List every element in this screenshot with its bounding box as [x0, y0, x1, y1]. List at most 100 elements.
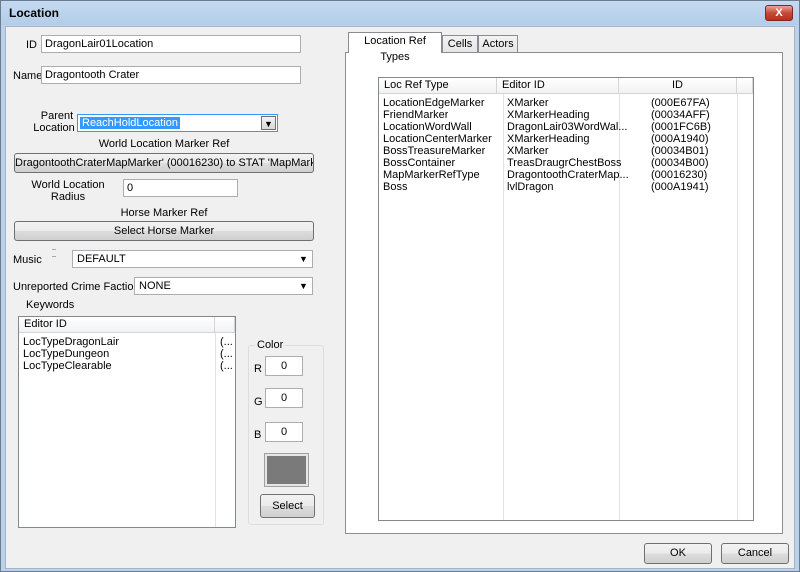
g-field[interactable]: 0	[265, 388, 303, 408]
loc-ref-type-cell: LocationEdgeMarker	[383, 97, 485, 109]
name-field[interactable]: Dragontooth Crater	[41, 66, 301, 84]
tab-panel: Loc Ref Type Editor ID ID LocationEdgeMa…	[345, 52, 783, 534]
keywords-header-editor-id[interactable]: Editor ID	[19, 317, 215, 333]
id-cell: (0001FC6B)	[651, 121, 711, 133]
keyword-extra: (...	[220, 360, 233, 372]
editor-id-cell: TreasDraugrChestBoss	[507, 157, 622, 169]
close-button[interactable]: X	[765, 5, 793, 21]
name-label: Name	[13, 70, 43, 82]
id-cell: (00016230)	[651, 169, 708, 181]
ok-button[interactable]: OK	[644, 543, 712, 564]
loc-ref-type-cell: BossTreasureMarker	[383, 145, 486, 157]
id-cell: (000A1941)	[651, 181, 709, 193]
editor-id-cell: DragonLair03WordWal...	[507, 121, 628, 133]
table-row[interactable]: BossTreasureMarker XMarker (00034B01)	[379, 145, 753, 157]
id-cell: (000E67FA)	[651, 97, 710, 109]
ref-header-loc-ref-type[interactable]: Loc Ref Type	[379, 78, 497, 94]
editor-id-cell: XMarkerHeading	[507, 133, 590, 145]
select-horse-marker-button[interactable]: Select Horse Marker	[14, 221, 314, 241]
r-label: R	[254, 363, 262, 375]
g-label: G	[254, 396, 263, 408]
crime-faction-select[interactable]: NONE ▼	[134, 277, 313, 295]
keywords-label: Keywords	[26, 299, 75, 311]
table-row[interactable]: BossContainer TreasDraugrChestBoss (0003…	[379, 157, 753, 169]
editor-id-cell: DragontoothCraterMap...	[507, 169, 629, 181]
editor-id-cell: lvlDragon	[507, 181, 554, 193]
chevron-down-icon[interactable]: ▼	[296, 279, 311, 293]
parent-location-select[interactable]: ReachHoldLocation ▼	[77, 114, 278, 132]
list-item[interactable]: LocTypeDragonLair (...	[19, 336, 235, 348]
color-select-button[interactable]: Select	[260, 494, 315, 518]
editor-id-cell: XMarker	[507, 97, 549, 109]
table-row[interactable]: LocationEdgeMarker XMarker (000E67FA)	[379, 97, 753, 109]
id-field[interactable]: DragonLair01Location	[41, 35, 301, 53]
select-horse-marker-label: Select Horse Marker	[113, 225, 215, 237]
r-field[interactable]: 0	[265, 356, 303, 376]
b-field[interactable]: 0	[265, 422, 303, 442]
keyword-editor-id: LocTypeDungeon	[23, 348, 110, 360]
world-marker-button-label: DragontoothCraterMapMarker' (00016230) t…	[15, 157, 313, 169]
loc-ref-type-cell: LocationCenterMarker	[383, 133, 492, 145]
music-sort-icon[interactable]: ‾ ‾	[46, 250, 62, 267]
tab-actors[interactable]: Actors	[478, 35, 518, 53]
music-select[interactable]: DEFAULT ▼	[72, 250, 313, 268]
chevron-down-icon[interactable]: ▼	[296, 252, 311, 266]
tab-cells[interactable]: Cells	[442, 35, 478, 53]
music-value: DEFAULT	[77, 253, 126, 265]
table-row[interactable]: LocationWordWall DragonLair03WordWal... …	[379, 121, 753, 133]
cancel-label: Cancel	[737, 547, 773, 559]
chevron-down-icon[interactable]: ▼	[261, 116, 276, 130]
music-label: Music	[13, 254, 42, 266]
keyword-editor-id: LocTypeClearable	[23, 360, 112, 372]
parent-location-value: ReachHoldLocation	[80, 117, 181, 129]
color-select-label: Select	[272, 500, 303, 512]
parent-location-label-line2: Location	[33, 122, 75, 134]
table-row[interactable]: FriendMarker XMarkerHeading (00034AFF)	[379, 109, 753, 121]
loc-ref-type-cell: MapMarkerRefType	[383, 169, 480, 181]
loc-ref-type-cell: LocationWordWall	[383, 121, 472, 133]
world-marker-button[interactable]: DragontoothCraterMapMarker' (00016230) t…	[14, 153, 314, 173]
keywords-header-extra[interactable]	[215, 317, 235, 333]
table-row[interactable]: Boss lvlDragon (000A1941)	[379, 181, 753, 193]
color-group-label: Color	[255, 339, 286, 351]
crime-faction-label: Unreported Crime Faction	[13, 281, 140, 293]
color-swatch[interactable]	[264, 453, 309, 487]
world-radius-field[interactable]: 0	[123, 179, 238, 197]
cancel-button[interactable]: Cancel	[721, 543, 789, 564]
keywords-list[interactable]: Editor ID LocTypeDragonLair (... LocType…	[18, 316, 236, 528]
window-title: Location	[9, 6, 59, 20]
id-cell: (00034AFF)	[651, 109, 710, 121]
location-dialog: Location X ID DragonLair01Location Name …	[0, 0, 800, 572]
world-marker-label: World Location Marker Ref	[98, 138, 230, 150]
list-item[interactable]: LocTypeClearable (...	[19, 360, 235, 372]
editor-id-cell: XMarkerHeading	[507, 109, 590, 121]
b-label: B	[254, 429, 262, 441]
tab-label: Cells	[447, 38, 473, 50]
editor-id-cell: XMarker	[507, 145, 549, 157]
tab-location-ref-types[interactable]: Location Ref Types	[348, 32, 442, 63]
world-radius-label-line1: World Location	[31, 179, 105, 191]
dialog-body: ID DragonLair01Location Name Dragontooth…	[5, 26, 795, 569]
horse-marker-label: Horse Marker Ref	[120, 207, 208, 219]
id-cell: (00034B01)	[651, 145, 709, 157]
ref-header-editor-id[interactable]: Editor ID	[497, 78, 619, 94]
table-row[interactable]: MapMarkerRefType DragontoothCraterMap...…	[379, 169, 753, 181]
loc-ref-type-cell: FriendMarker	[383, 109, 449, 121]
id-label: ID	[26, 39, 37, 51]
ref-types-list[interactable]: Loc Ref Type Editor ID ID LocationEdgeMa…	[378, 77, 754, 521]
ok-label: OK	[670, 547, 686, 559]
table-row[interactable]: LocationCenterMarker XMarkerHeading (000…	[379, 133, 753, 145]
list-item[interactable]: LocTypeDungeon (...	[19, 348, 235, 360]
id-cell: (000A1940)	[651, 133, 709, 145]
crime-faction-value: NONE	[139, 280, 171, 292]
loc-ref-type-cell: Boss	[383, 181, 408, 193]
parent-location-label-line1: Parent	[40, 110, 74, 122]
loc-ref-type-cell: BossContainer	[383, 157, 456, 169]
id-cell: (00034B00)	[651, 157, 709, 169]
close-icon: X	[775, 7, 783, 19]
ref-header-id[interactable]: ID	[619, 78, 737, 94]
tab-label: Actors	[482, 38, 514, 50]
keyword-editor-id: LocTypeDragonLair	[23, 336, 120, 348]
title-bar[interactable]: Location X	[1, 1, 799, 25]
world-radius-label-line2: Radius	[50, 191, 86, 203]
